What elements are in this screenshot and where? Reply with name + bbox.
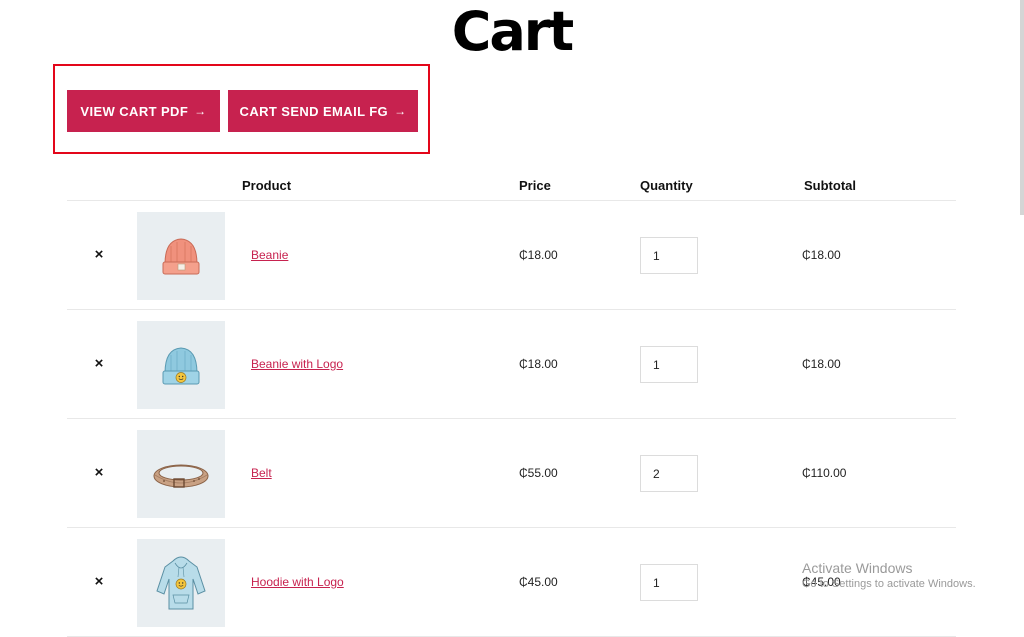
blue-beanie-logo-image[interactable] bbox=[137, 321, 225, 409]
item-price: ₵55.00 bbox=[519, 466, 558, 480]
view-cart-pdf-button[interactable]: VIEW CART PDF → bbox=[67, 90, 220, 132]
table-row: × Belt ₵55.00 ₵110.00 bbox=[67, 419, 956, 528]
item-subtotal: ₵110.00 bbox=[802, 466, 847, 480]
cart-send-email-label: CART SEND EMAIL FG bbox=[239, 103, 389, 119]
item-subtotal: ₵45.00 bbox=[802, 575, 841, 589]
table-row: × Beanie with Logo ₵18.00 ₵18.00 bbox=[67, 310, 956, 419]
page-scrollbar[interactable] bbox=[1020, 0, 1024, 215]
belt-image[interactable] bbox=[137, 430, 225, 518]
arrow-right-icon: → bbox=[394, 104, 407, 118]
cart-send-email-button[interactable]: CART SEND EMAIL FG → bbox=[228, 90, 418, 132]
header-price: Price bbox=[519, 178, 551, 193]
hoodie-logo-image[interactable] bbox=[137, 539, 225, 627]
item-price: ₵18.00 bbox=[519, 248, 558, 262]
arrow-right-icon: → bbox=[194, 104, 207, 118]
item-subtotal: ₵18.00 bbox=[802, 357, 841, 371]
quantity-input[interactable] bbox=[640, 346, 698, 383]
page-title: Cart bbox=[451, 0, 575, 63]
cart-table: Product Price Quantity Subtotal × Beanie… bbox=[67, 168, 956, 637]
product-link-hoodie-with-logo[interactable]: Hoodie with Logo bbox=[251, 575, 344, 589]
header-quantity: Quantity bbox=[640, 178, 693, 193]
product-link-beanie[interactable]: Beanie bbox=[251, 248, 288, 262]
product-link-beanie-with-logo[interactable]: Beanie with Logo bbox=[251, 357, 343, 371]
table-row: × Beanie ₵18.00 ₵18.00 bbox=[67, 201, 956, 310]
remove-item-icon[interactable]: × bbox=[92, 572, 106, 592]
item-price: ₵18.00 bbox=[519, 357, 558, 371]
item-subtotal: ₵18.00 bbox=[802, 248, 841, 262]
view-cart-pdf-label: VIEW CART PDF bbox=[80, 103, 189, 119]
quantity-input[interactable] bbox=[640, 455, 698, 492]
remove-item-icon[interactable]: × bbox=[92, 463, 106, 483]
hoodie-graphic bbox=[156, 556, 206, 610]
quantity-input[interactable] bbox=[640, 237, 698, 274]
beanie-logo-graphic bbox=[162, 347, 200, 385]
orange-beanie-image[interactable] bbox=[137, 212, 225, 300]
remove-item-icon[interactable]: × bbox=[92, 354, 106, 374]
quantity-input[interactable] bbox=[640, 564, 698, 601]
header-product: Product bbox=[242, 178, 292, 193]
beanie-graphic bbox=[162, 238, 200, 275]
remove-item-icon[interactable]: × bbox=[92, 245, 106, 265]
header-subtotal: Subtotal bbox=[804, 178, 856, 193]
product-link-belt[interactable]: Belt bbox=[251, 466, 272, 480]
table-header: Product Price Quantity Subtotal bbox=[67, 168, 956, 201]
belt-graphic bbox=[153, 464, 209, 488]
table-row: × Hoodie with Logo ₵45.00 ₵45.00 bbox=[67, 528, 956, 637]
item-price: ₵45.00 bbox=[519, 575, 558, 589]
